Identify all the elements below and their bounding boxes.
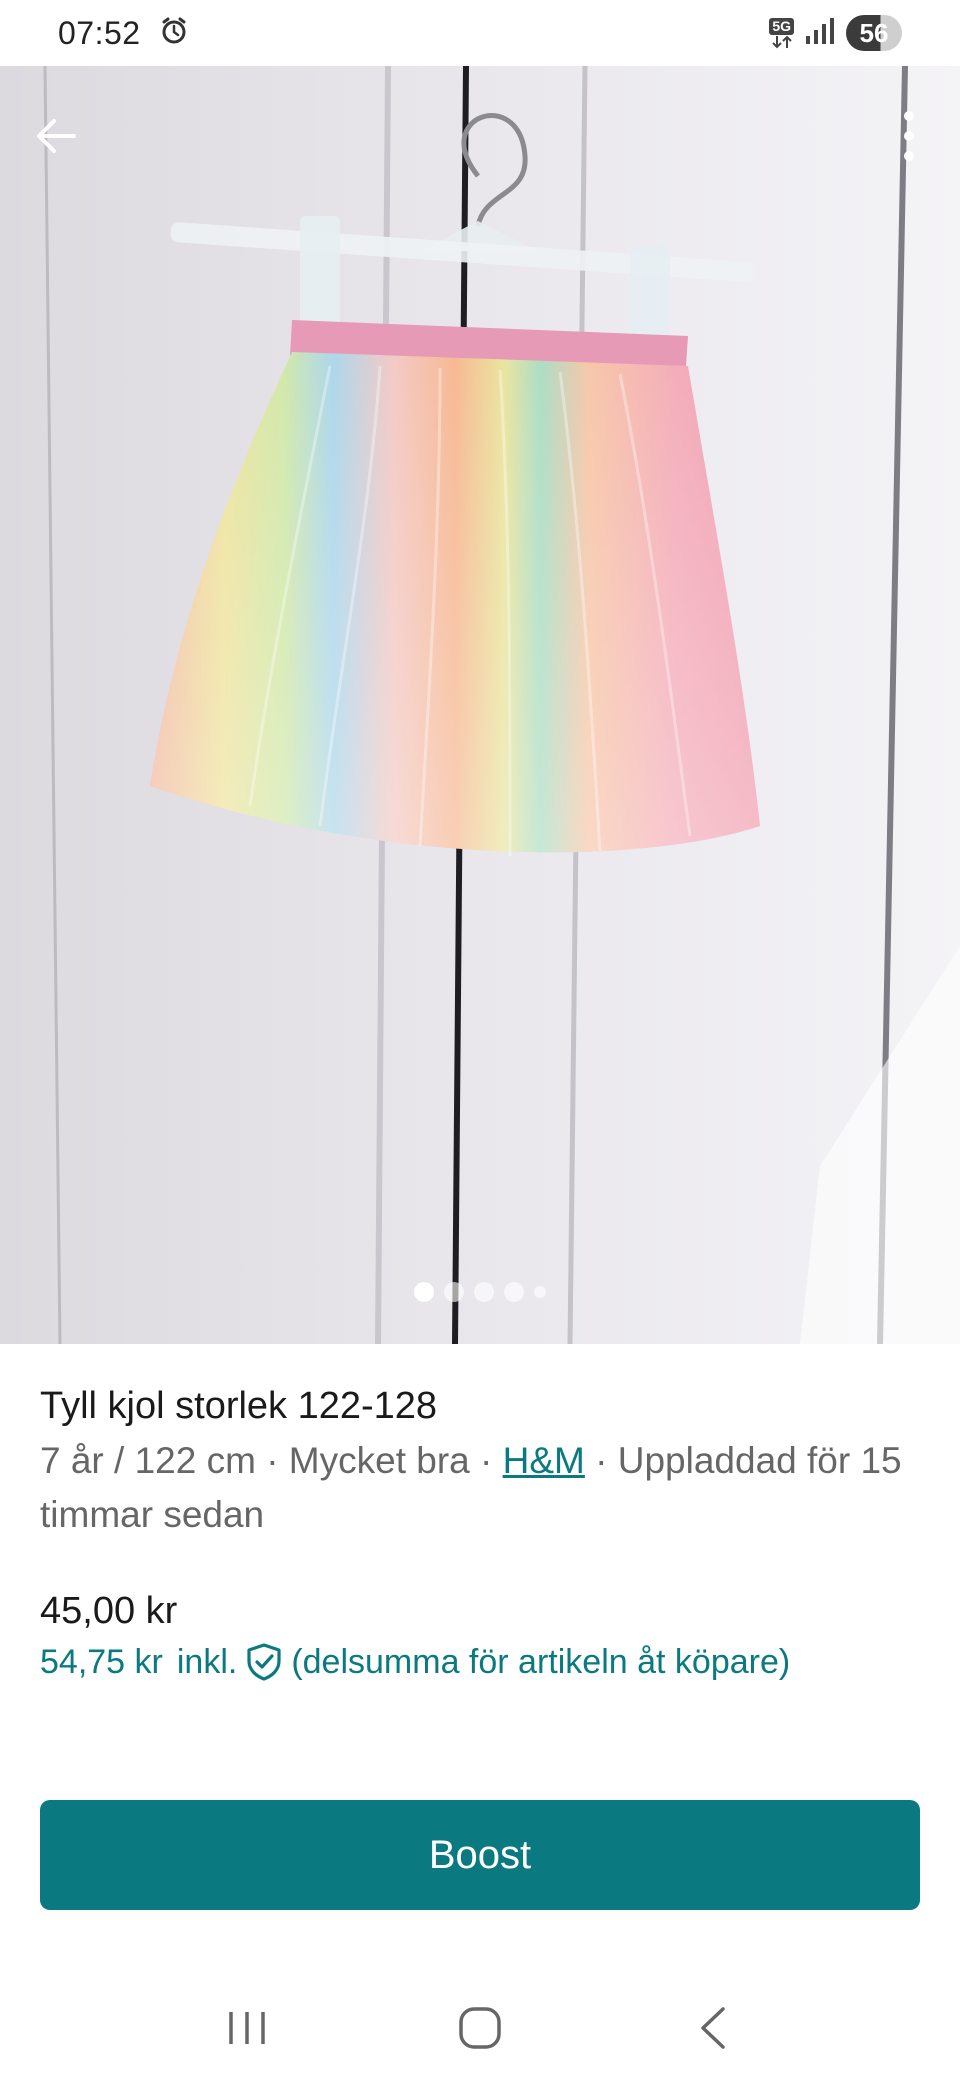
chevron-left-icon	[701, 2007, 726, 2049]
recents-icon	[228, 2012, 265, 2044]
gallery-pagination	[0, 1282, 960, 1302]
buyer-price-note[interactable]: (delsumma för artikeln åt köpare)	[291, 1643, 790, 1682]
arrow-left-icon	[37, 119, 76, 153]
status-bar: 07:52 5G 56	[0, 0, 960, 66]
page-dot[interactable]	[534, 1286, 546, 1298]
shield-check-icon[interactable]	[245, 1642, 283, 1682]
more-options-button[interactable]	[884, 106, 934, 166]
home-icon	[459, 2007, 501, 2049]
price: 45,00 kr	[40, 1590, 178, 1632]
buyer-price: 54,75 kr	[40, 1642, 163, 1681]
status-right: 5G 56	[769, 15, 902, 51]
page-dot[interactable]	[474, 1282, 494, 1302]
page-dot[interactable]	[444, 1282, 464, 1302]
buyer-price-row: 54,75 kr inkl. (delsumma för artikeln åt…	[40, 1642, 790, 1682]
signal-icon	[804, 16, 836, 51]
nav-back-button[interactable]	[673, 1988, 753, 2068]
listing-meta: 7 år / 122 cm · Mycket bra · H&M · Uppla…	[40, 1434, 920, 1542]
status-left: 07:52	[58, 15, 189, 52]
skirt-image	[0, 66, 960, 1344]
listing-title: Tyll kjol storlek 122-128	[40, 1385, 438, 1427]
nav-home-button[interactable]	[440, 1988, 520, 2068]
network-label: 5G	[769, 17, 794, 35]
nav-recents-button[interactable]	[207, 1988, 287, 2068]
network-5g-icon: 5G	[769, 17, 794, 49]
boost-button[interactable]: Boost	[40, 1800, 920, 1910]
product-photo[interactable]	[0, 66, 960, 1344]
incl-label: inkl.	[176, 1642, 238, 1681]
page-dot[interactable]	[414, 1282, 434, 1302]
battery-indicator: 56	[846, 15, 902, 51]
back-button[interactable]	[26, 106, 86, 166]
page-dot[interactable]	[504, 1282, 524, 1302]
brand-link[interactable]: H&M	[503, 1440, 585, 1481]
listing-details: Tyll kjol storlek 122-128 7 år / 122 cm …	[40, 1380, 920, 1542]
system-nav-bar	[0, 1976, 960, 2080]
alarm-icon	[159, 16, 189, 51]
meta-prefix: 7 år / 122 cm · Mycket bra ·	[40, 1440, 503, 1481]
status-time: 07:52	[58, 14, 141, 51]
more-vertical-icon	[904, 111, 914, 161]
